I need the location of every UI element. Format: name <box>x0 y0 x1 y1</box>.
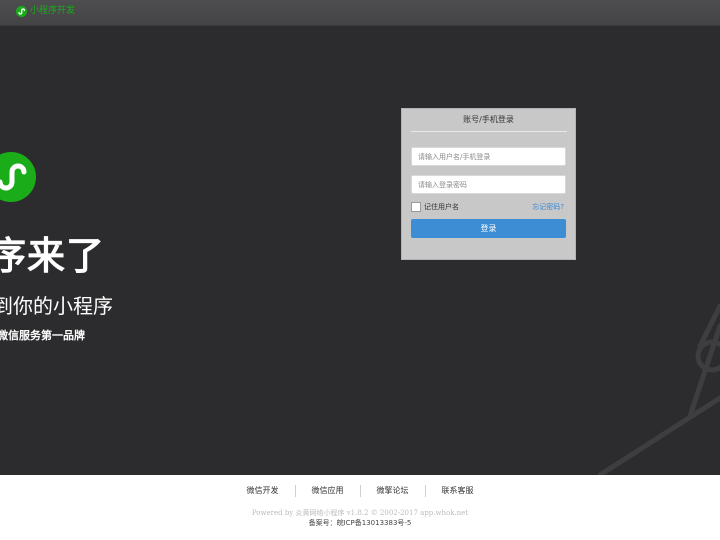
hero-title: 序来了 <box>0 234 106 278</box>
login-title: 账号/手机登录 <box>463 115 514 124</box>
top-bar: 小程序开发 <box>0 0 720 26</box>
footer-link-wechat-dev[interactable]: 微信开发 <box>231 485 295 497</box>
remember-username-checkbox[interactable] <box>411 202 421 212</box>
footer-nav: 微信开发 微信应用 微擎论坛 联系客服 <box>0 485 720 497</box>
password-input[interactable] <box>411 175 566 194</box>
hero-tagline: 微信服务第一品牌 <box>0 329 85 342</box>
footer: 微信开发 微信应用 微擎论坛 联系客服 Powered by 炎黄网络小程序 v… <box>0 475 720 540</box>
footer-link-forum[interactable]: 微擎论坛 <box>359 485 425 497</box>
login-divider <box>411 131 567 132</box>
forgot-password-link[interactable]: 忘记密码? <box>532 201 564 213</box>
footer-link-wechat-apps[interactable]: 微信应用 <box>294 485 360 497</box>
mini-program-logo-icon <box>16 6 27 17</box>
brand-label: 小程序开发 <box>30 6 76 16</box>
footer-icp: 备案号：皖ICP备13013383号-5 <box>308 519 412 527</box>
mini-program-hero-logo-icon <box>0 152 36 202</box>
brand[interactable]: 小程序开发 <box>16 6 75 17</box>
footer-powered-by: Powered by 炎黄网络小程序 v1.8.2 © 2002-2017 ap… <box>251 509 469 517</box>
footer-link-contact[interactable]: 联系客服 <box>424 485 490 497</box>
hero-decoration <box>597 303 720 475</box>
remember-username-label[interactable]: 记住用户名 <box>424 201 459 213</box>
hero-banner: 序来了 到你的小程序 微信服务第一品牌 <box>0 26 720 475</box>
hero-subtitle: 到你的小程序 <box>0 294 113 318</box>
login-button[interactable]: 登录 <box>411 219 566 238</box>
username-input[interactable] <box>411 147 566 166</box>
login-panel: 账号/手机登录 记住用户名 忘记密码? 登录 <box>401 108 576 260</box>
